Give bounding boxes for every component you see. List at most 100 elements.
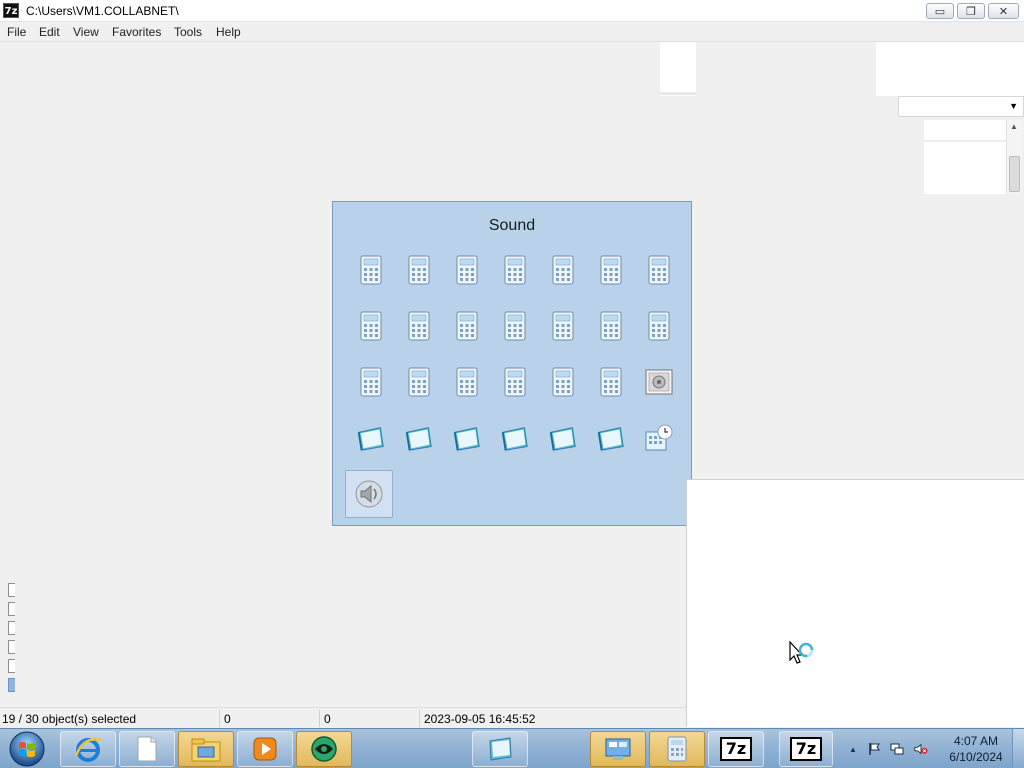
- minimize-button[interactable]: ▭: [926, 3, 954, 19]
- notepad-icon[interactable]: [595, 422, 627, 454]
- list-item[interactable]: [8, 602, 15, 616]
- calculator-icon[interactable]: [403, 254, 435, 286]
- menu-bar: File Edit View Favorites Tools Help: [0, 22, 1024, 42]
- menu-file[interactable]: File: [7, 25, 26, 39]
- media-player-icon: [253, 737, 277, 761]
- internet-explorer-icon: [74, 738, 102, 762]
- calculator-icon[interactable]: [643, 310, 675, 342]
- seven-zip-icon: 7z: [790, 737, 822, 761]
- taskbar-calculator[interactable]: [649, 731, 705, 767]
- busy-cursor-icon: [788, 640, 816, 673]
- list-item[interactable]: [8, 640, 15, 654]
- menu-view[interactable]: View: [73, 25, 99, 39]
- popup-title: Sound: [488, 217, 536, 234]
- taskbar-notepad[interactable]: [472, 731, 528, 767]
- calculator-icon[interactable]: [499, 310, 531, 342]
- calculator-icon[interactable]: [547, 310, 579, 342]
- divider: [924, 140, 1006, 142]
- volume-muted-icon[interactable]: [914, 742, 928, 756]
- status-modified: 2023-09-05 16:45:52: [424, 712, 536, 726]
- sound-icon[interactable]: [345, 470, 393, 518]
- windows-logo-icon: [9, 731, 45, 767]
- calculator-icon[interactable]: [643, 254, 675, 286]
- clock-time[interactable]: 4:07 AM: [942, 734, 1010, 748]
- status-packed-size: 0: [324, 712, 331, 726]
- calculator-icon[interactable]: [595, 310, 627, 342]
- toolbar-fragment: [876, 42, 1024, 96]
- control-panel-icon: [605, 738, 631, 760]
- document-icon: [137, 736, 157, 762]
- clock-date[interactable]: 6/10/2024: [942, 750, 1010, 764]
- calculator-icon[interactable]: [355, 366, 387, 398]
- calculator-icon[interactable]: [547, 254, 579, 286]
- calendar-clock-icon[interactable]: [643, 422, 675, 454]
- menu-help[interactable]: Help: [216, 25, 241, 39]
- title-bar: 7z C:\Users\VM1.COLLABNET\ ▭ ❐ ✕: [0, 0, 1024, 22]
- file-list-fragment: [924, 120, 1006, 194]
- calculator-icon[interactable]: [403, 366, 435, 398]
- menu-edit[interactable]: Edit: [39, 25, 60, 39]
- taskbar-control-panel[interactable]: [590, 731, 646, 767]
- status-separator: [419, 710, 420, 727]
- list-item[interactable]: [8, 659, 15, 673]
- divider: [660, 92, 696, 95]
- taskbar-7zip-1[interactable]: 7z: [708, 731, 764, 767]
- scroll-up-icon[interactable]: ▲: [1010, 122, 1018, 131]
- restore-button[interactable]: ❐: [957, 3, 985, 19]
- system-tray: ▲ 4:07 AM 6/10/2024: [842, 729, 1024, 768]
- calculator-icon[interactable]: [499, 254, 531, 286]
- calculator-icon[interactable]: [451, 310, 483, 342]
- calculator-icon[interactable]: [547, 366, 579, 398]
- status-separator: [319, 710, 320, 727]
- sound-icon-popup: Sound: [332, 201, 692, 526]
- chevron-down-icon[interactable]: ▼: [1009, 101, 1018, 111]
- show-desktop-button[interactable]: [1012, 729, 1024, 768]
- seven-zip-app-icon[interactable]: 7z: [3, 3, 19, 18]
- taskbar-internet-explorer[interactable]: [60, 731, 116, 767]
- start-button[interactable]: [4, 730, 50, 768]
- list-item[interactable]: [8, 583, 15, 597]
- calculator-icon: [667, 736, 687, 762]
- notepad-icon[interactable]: [451, 422, 483, 454]
- window-title: C:\Users\VM1.COLLABNET\: [26, 4, 179, 18]
- taskbar: 7z 7z ▲ 4:07 AM 6/10/2024: [0, 728, 1024, 768]
- address-dropdown[interactable]: ▼: [898, 96, 1024, 117]
- calculator-icon[interactable]: [403, 310, 435, 342]
- green-orb-app-icon: [311, 736, 337, 762]
- status-selection: 19 / 30 object(s) selected: [2, 712, 137, 726]
- list-item[interactable]: [8, 621, 15, 635]
- action-center-flag-icon[interactable]: [868, 742, 882, 756]
- minimize-icon: ▭: [934, 4, 946, 18]
- taskbar-file-explorer[interactable]: [178, 731, 234, 767]
- taskbar-green-app[interactable]: [296, 731, 352, 767]
- status-bar: 19 / 30 object(s) selected 0 0 2023-09-0…: [0, 707, 686, 728]
- list-item-selected[interactable]: [8, 678, 15, 692]
- notepad-icon[interactable]: [547, 422, 579, 454]
- taskbar-document[interactable]: [119, 731, 175, 767]
- file-explorer-icon: [191, 738, 221, 762]
- status-separator: [219, 710, 220, 727]
- close-button[interactable]: ✕: [988, 3, 1019, 19]
- calculator-icon[interactable]: [499, 366, 531, 398]
- restore-icon: ❐: [966, 4, 976, 18]
- menu-tools[interactable]: Tools: [174, 25, 202, 39]
- taskbar-media-player[interactable]: [237, 731, 293, 767]
- network-icon[interactable]: [890, 742, 904, 756]
- notepad-icon[interactable]: [403, 422, 435, 454]
- calculator-icon[interactable]: [451, 366, 483, 398]
- calculator-icon[interactable]: [355, 310, 387, 342]
- show-hidden-icons-icon[interactable]: ▲: [846, 742, 860, 756]
- notepad-icon[interactable]: [355, 422, 387, 454]
- notepad-icon[interactable]: [499, 422, 531, 454]
- calculator-icon[interactable]: [595, 254, 627, 286]
- seven-zip-icon: 7z: [720, 737, 752, 761]
- calculator-icon[interactable]: [451, 254, 483, 286]
- menu-favorites[interactable]: Favorites: [112, 25, 161, 39]
- vertical-scrollbar[interactable]: ▲: [1006, 120, 1022, 194]
- calculator-icon[interactable]: [595, 366, 627, 398]
- taskbar-7zip-2[interactable]: 7z: [779, 731, 833, 767]
- speaker-box-icon[interactable]: [643, 366, 675, 398]
- calculator-icon[interactable]: [355, 254, 387, 286]
- preview-panel: [686, 479, 1024, 727]
- scrollbar-thumb[interactable]: [1009, 156, 1020, 192]
